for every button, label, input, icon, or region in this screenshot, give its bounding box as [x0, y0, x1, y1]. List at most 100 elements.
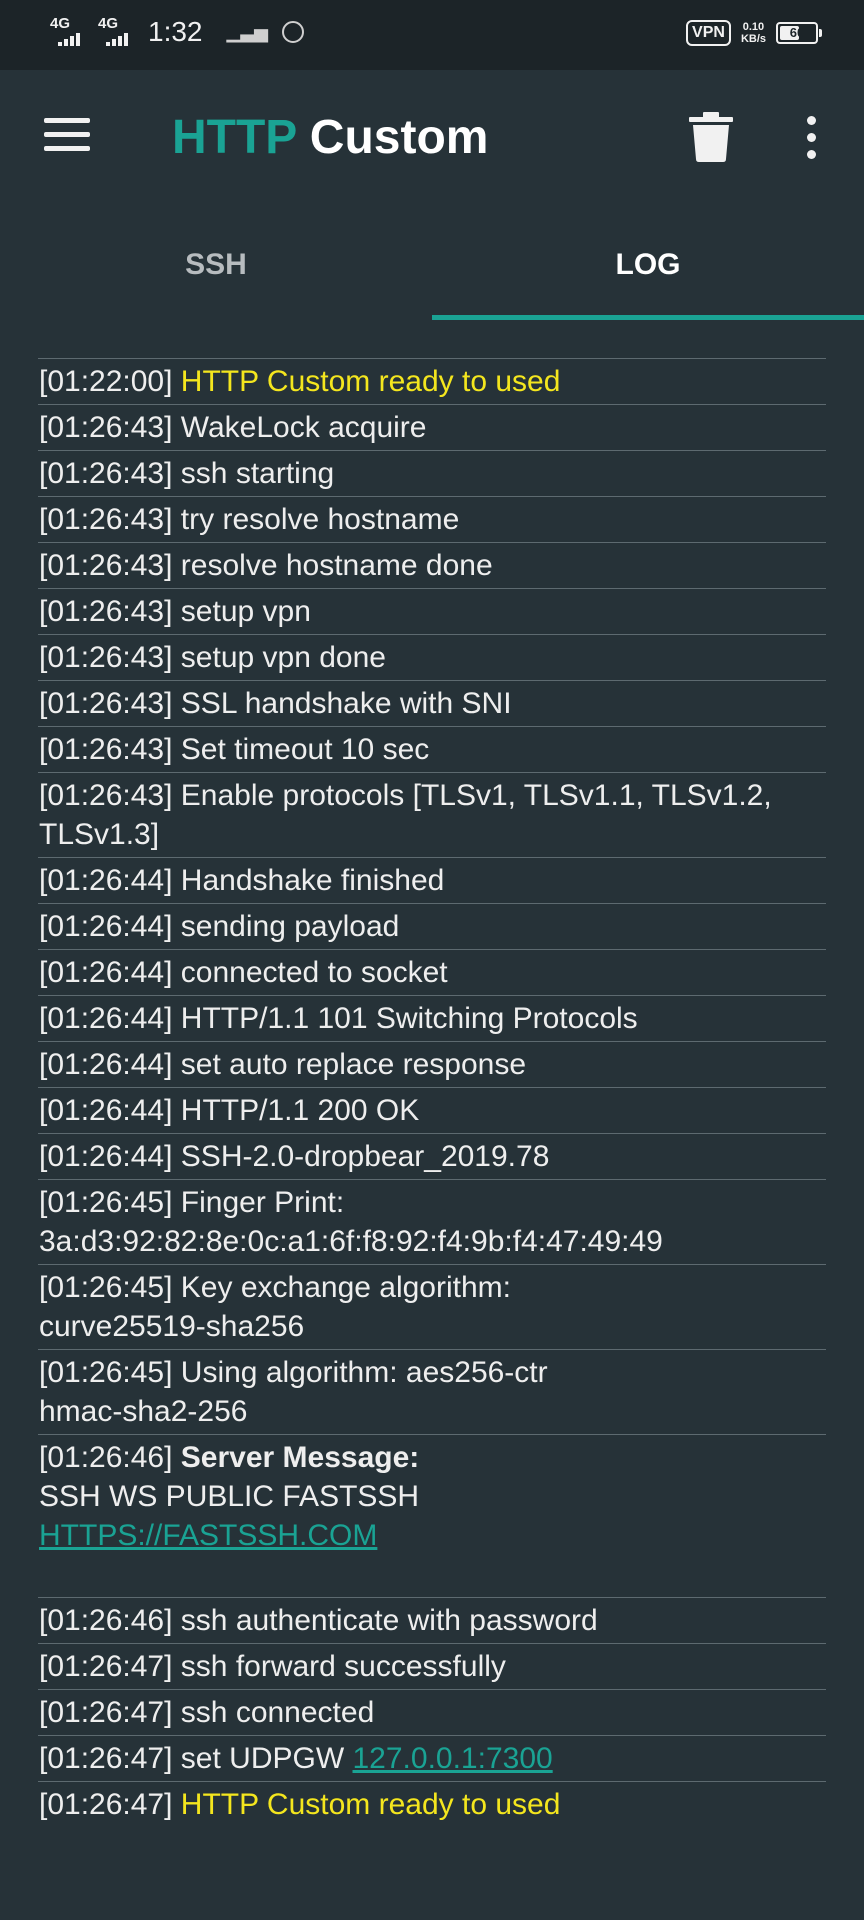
log-entry: [01:26:45] Key exchange algorithm: curve2… — [38, 1264, 826, 1349]
log-message-bold: Server Message: — [180, 1441, 420, 1474]
log-entry: [01:26:43] Set timeout 10 sec — [38, 726, 826, 772]
log-message: ssh forward successfully — [180, 1650, 506, 1683]
log-message: SSH-2.0-dropbear_2019.78 — [180, 1140, 550, 1173]
log-timestamp: [01:22:00] — [39, 365, 173, 398]
log-entry: [01:26:45] Finger Print: 3a:d3:92:82:8e:0… — [38, 1179, 826, 1264]
log-timestamp: [01:26:43] — [39, 779, 173, 812]
log-timestamp: [01:26:43] — [39, 503, 173, 536]
log-message: WakeLock acquire — [180, 411, 427, 444]
status-right: VPN 0.10 KB/s 60 — [686, 20, 822, 46]
log-entry: [01:26:43] setup vpn done — [38, 634, 826, 680]
log-entry: [01:26:43] setup vpn — [38, 588, 826, 634]
log-timestamp: [01:26:46] — [39, 1441, 173, 1474]
log-timestamp: [01:26:44] — [39, 1048, 173, 1081]
log-entry: [01:26:44] set auto replace response — [38, 1041, 826, 1087]
log-timestamp: [01:26:44] — [39, 1140, 173, 1173]
app-title-accent: HTTP — [172, 111, 297, 164]
log-entry: [01:22:00] HTTP Custom ready to used — [38, 358, 826, 404]
log-timestamp: [01:26:45] — [39, 1271, 173, 1304]
signal-1-icon: 4G — [50, 15, 88, 47]
log-entry: [01:26:44] connected to socket — [38, 949, 826, 995]
log-list: [01:22:00] HTTP Custom ready to used [01:… — [38, 358, 826, 1827]
log-entry: [01:26:47] set UDPGW 127.0.0.1:7300 — [38, 1735, 826, 1781]
log-message: try resolve hostname — [180, 503, 460, 536]
battery-icon: 60 — [776, 22, 822, 44]
log-message: setup vpn done — [180, 641, 386, 674]
log-timestamp: [01:26:44] — [39, 956, 173, 989]
log-timestamp: [01:26:43] — [39, 595, 173, 628]
log-timestamp: [01:26:47] — [39, 1742, 173, 1775]
tab-ssh[interactable]: SSH — [0, 210, 432, 320]
log-message: Using algorithm: aes256-ctr — [180, 1356, 548, 1389]
sync-icon — [282, 21, 305, 43]
log-timestamp: [01:26:46] — [39, 1604, 173, 1637]
network-type-1: 4G — [50, 15, 71, 32]
trash-icon[interactable] — [689, 112, 733, 162]
tab-log[interactable]: LOG — [432, 210, 864, 320]
log-entry: [01:26:43] try resolve hostname — [38, 496, 826, 542]
log-entry: [01:26:45] Using algorithm: aes256-ctr hm… — [38, 1349, 826, 1434]
menu-icon[interactable] — [44, 118, 90, 152]
log-message: connected to socket — [180, 956, 448, 989]
log-message: Handshake finished — [180, 864, 445, 897]
log-message: HTTP Custom ready to used — [180, 365, 561, 398]
log-timestamp: [01:26:47] — [39, 1650, 173, 1683]
log-message: HTTP/1.1 200 OK — [180, 1094, 420, 1127]
log-area[interactable]: [01:22:00] HTTP Custom ready to used [01:… — [0, 320, 864, 1920]
log-timestamp: [01:26:44] — [39, 1094, 173, 1127]
log-message-continued: SSH WS PUBLIC FASTSSH — [39, 1480, 420, 1513]
log-timestamp: [01:26:43] — [39, 733, 173, 766]
log-message: set UDPGW — [180, 1742, 345, 1775]
log-timestamp: [01:26:43] — [39, 457, 173, 490]
log-entry: [01:26:46] ssh authenticate with passwor… — [38, 1597, 826, 1643]
log-entry: [01:26:44] SSH-2.0-dropbear_2019.78 — [38, 1133, 826, 1179]
log-message-continued: curve25519-sha256 — [39, 1310, 305, 1343]
log-timestamp: [01:26:44] — [39, 1002, 173, 1035]
speed-unit: KB/s — [740, 33, 766, 45]
tab-bar: SSH LOG — [0, 210, 864, 320]
log-entry: [01:26:43] resolve hostname done — [38, 542, 826, 588]
log-timestamp: [01:26:47] — [39, 1696, 173, 1729]
log-entry: [01:26:43] SSL handshake with SNI — [38, 680, 826, 726]
app-title: HTTP Custom — [172, 110, 488, 165]
log-entry: [01:26:47] ssh connected — [38, 1689, 826, 1735]
vpn-icon: VPN — [686, 20, 731, 46]
log-message: SSL handshake with SNI — [180, 687, 512, 720]
log-entry: [01:26:47] HTTP Custom ready to used — [38, 1781, 826, 1827]
log-timestamp: [01:26:44] — [39, 864, 173, 897]
log-entry: [01:26:44] sending payload — [38, 903, 826, 949]
log-message: sending payload — [180, 910, 400, 943]
log-spacer — [39, 1555, 826, 1594]
signal-small-icon: ▁▃▅ — [226, 21, 269, 42]
app-bar: HTTP Custom — [0, 70, 864, 210]
log-timestamp: [01:26:47] — [39, 1788, 173, 1821]
log-timestamp: [01:26:43] — [39, 549, 173, 582]
server-link[interactable]: HTTPS://FASTSSH.COM — [39, 1519, 377, 1552]
log-entry: [01:26:44] Handshake finished — [38, 857, 826, 903]
log-message: Key exchange algorithm: — [180, 1271, 511, 1304]
udpgw-link[interactable]: 127.0.0.1:7300 — [353, 1742, 553, 1775]
log-timestamp: [01:26:43] — [39, 411, 173, 444]
log-message: setup vpn — [180, 595, 311, 628]
log-entry: [01:26:47] ssh forward successfully — [38, 1643, 826, 1689]
more-vert-icon[interactable] — [800, 116, 822, 160]
status-bar: 4G 4G 1:32 ▁▃▅ VPN 0.10 KB/s 60 — [0, 0, 864, 70]
log-timestamp: [01:26:45] — [39, 1186, 173, 1219]
battery-level: 60 — [789, 25, 805, 40]
app-title-rest: Custom — [296, 111, 489, 164]
log-message: Set timeout 10 sec — [180, 733, 430, 766]
clock: 1:32 — [148, 16, 203, 47]
log-message-continued: hmac-sha2-256 — [39, 1395, 248, 1428]
log-message-continued: 3a:d3:92:82:8e:0c:a1:6f:f8:92:f4:9b:f4:4… — [39, 1225, 663, 1258]
log-message: resolve hostname done — [180, 549, 493, 582]
signal-2-icon: 4G — [98, 15, 136, 47]
log-entry: [01:26:44] HTTP/1.1 200 OK — [38, 1087, 826, 1133]
log-entry: [01:26:46] Server Message: SSH WS PUBLIC … — [38, 1434, 826, 1597]
log-message: ssh starting — [180, 457, 335, 490]
log-message: set auto replace response — [180, 1048, 527, 1081]
log-message: Finger Print: — [180, 1186, 345, 1219]
network-speed: 0.10 KB/s — [741, 21, 766, 45]
log-timestamp: [01:26:45] — [39, 1356, 173, 1389]
log-timestamp: [01:26:44] — [39, 910, 173, 943]
log-entry: [01:26:43] Enable protocols [TLSv1, TLSv… — [38, 772, 826, 857]
